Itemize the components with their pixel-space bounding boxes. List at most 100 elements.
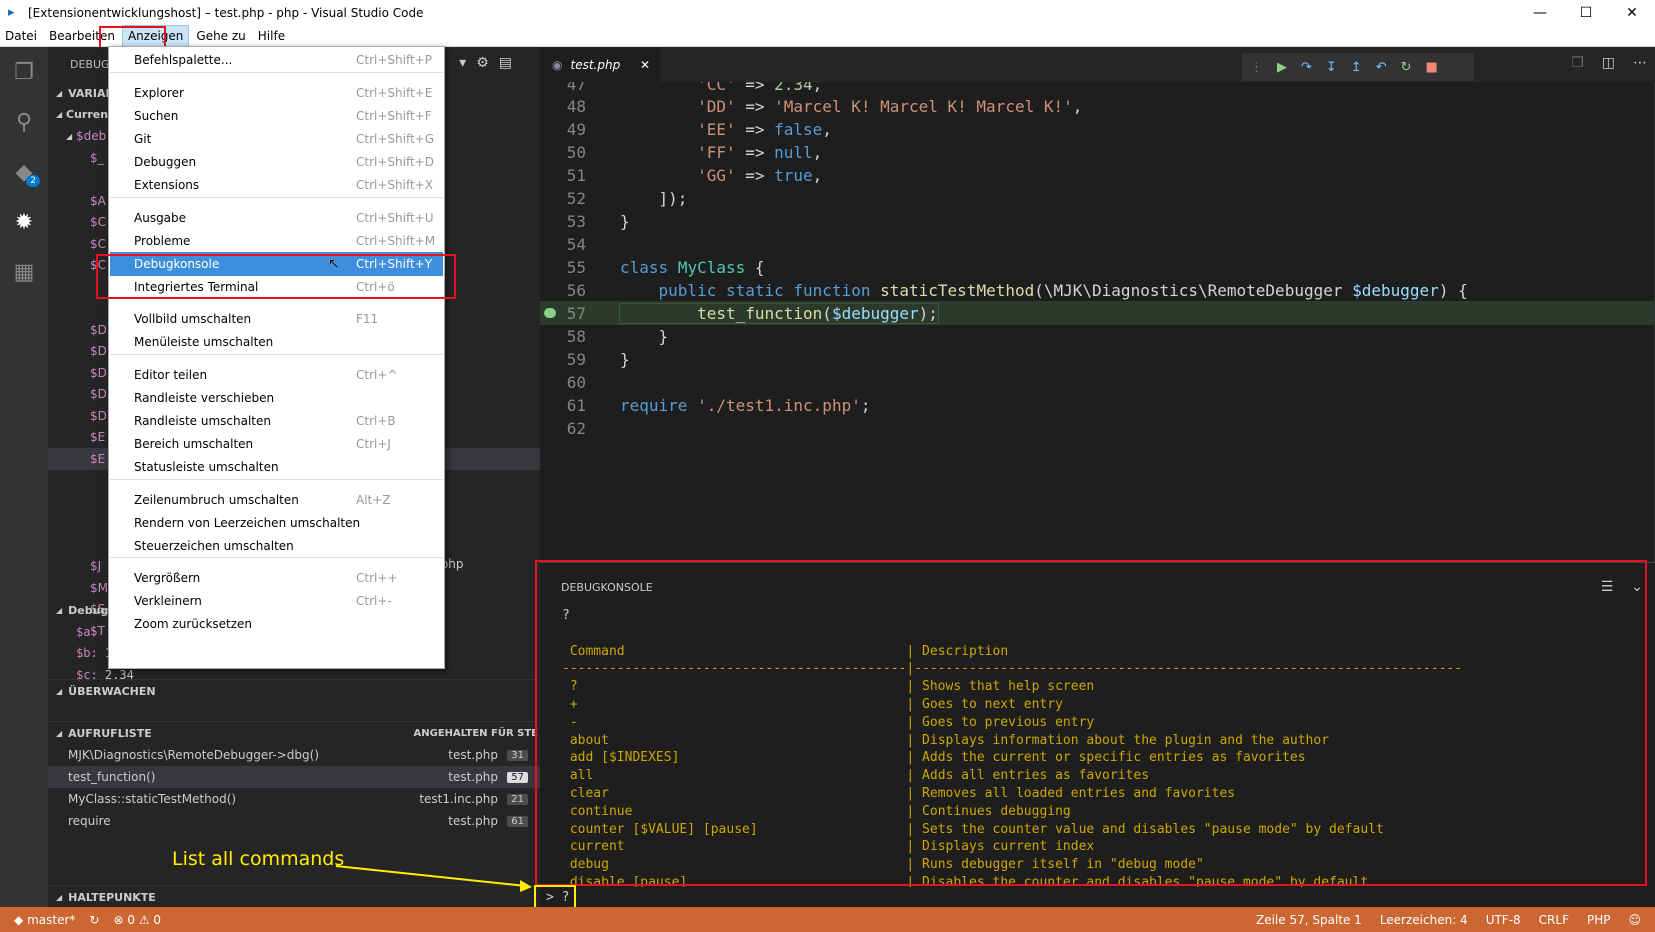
code-line: 54 <box>540 232 1655 256</box>
view-menu-item-randleiste-umschalten[interactable]: Randleiste umschalten Ctrl+B <box>110 409 443 433</box>
split-editor-icon[interactable]: ◫ <box>1602 55 1615 71</box>
callstack-section-header[interactable]: ◢ AUFRUFLISTE ANGEHALTEN FÜR STE <box>48 722 540 744</box>
view-menu-item-zoom-zurücksetzen[interactable]: Zoom zurücksetzen <box>110 612 443 636</box>
console-header-description: Description <box>922 643 1009 659</box>
close-window-button[interactable]: ✕ <box>1609 0 1655 25</box>
callstack-frame[interactable]: require test.php 61 <box>48 810 540 832</box>
step-into-icon[interactable]: ↧ <box>1326 60 1337 75</box>
continue-icon[interactable]: ▶ <box>1277 60 1287 75</box>
view-menu-item-rendern-von-leerzeichen-umschalten[interactable]: Rendern von Leerzeichen umschalten <box>110 511 443 535</box>
code-editor[interactable]: 47 'CC' => 2.34, 48 'DD' => 'Marcel K! M… <box>540 82 1655 562</box>
view-menu-item-befehlspalette[interactable]: Befehlspalette... Ctrl+Shift+P <box>110 48 443 72</box>
view-menu-item-vergrößern[interactable]: Vergrößern Ctrl++ <box>110 566 443 590</box>
console-toggle-icon[interactable]: ▤ <box>499 55 512 71</box>
step-back-icon[interactable]: ↶ <box>1376 60 1387 75</box>
console-command: continue <box>569 803 633 819</box>
menu-hilfe[interactable]: Hilfe <box>253 26 290 46</box>
view-menu-item-menüleiste-umschalten[interactable]: Menüleiste umschalten <box>110 330 443 354</box>
view-menu-item-debuggen[interactable]: Debuggen Ctrl+Shift+D <box>110 150 443 174</box>
menu-item-shortcut: Ctrl+Shift+Y <box>356 257 433 271</box>
breakpoint-icon[interactable] <box>544 308 556 318</box>
search-icon[interactable]: ⚲ <box>0 97 48 147</box>
cursor-position[interactable]: Zeile 57, Spalte 1 <box>1256 913 1362 927</box>
view-menu-item-bereich-umschalten[interactable]: Bereich umschalten Ctrl+J <box>110 432 443 456</box>
console-command: current <box>569 839 625 855</box>
console-line: all | Adds all entries as favorites <box>569 768 1150 784</box>
code-line: 62 <box>540 416 1655 440</box>
git-icon[interactable]: ◆ 2 <box>0 147 48 197</box>
console-input[interactable]: > ? <box>534 885 576 909</box>
view-menu-item-editor-teilen[interactable]: Editor teilen Ctrl+^ <box>110 363 443 387</box>
menu-item-label: Editor teilen <box>134 368 208 382</box>
menu-item-shortcut: Ctrl+Shift+U <box>356 211 434 225</box>
menu-datei[interactable]: Datei <box>0 26 42 46</box>
view-menu-item-randleiste-verschieben[interactable]: Randleiste verschieben <box>110 386 443 410</box>
encoding[interactable]: UTF-8 <box>1486 913 1521 927</box>
annotation-label: List all commands <box>172 848 345 870</box>
view-menu-item-git[interactable]: Git Ctrl+Shift+G <box>110 127 443 151</box>
warnings-count: 0 <box>153 912 162 927</box>
git-branch[interactable]: ◆ master* <box>14 913 75 927</box>
view-menu-item-extensions[interactable]: Extensions Ctrl+Shift+X <box>110 173 443 197</box>
language-mode[interactable]: PHP <box>1587 913 1611 927</box>
console-description: Displays information about the plugin an… <box>922 732 1330 748</box>
menu-anzeigen[interactable]: Anzeigen <box>121 24 190 47</box>
view-menu-item-probleme[interactable]: Probleme Ctrl+Shift+M <box>110 229 443 253</box>
gear-icon[interactable]: ⚙ <box>476 55 489 71</box>
view-menu-item-verkleinern[interactable]: Verkleinern Ctrl+- <box>110 589 443 613</box>
view-menu-item-debugkonsole[interactable]: Debugkonsole Ctrl+Shift+Y ↖ <box>110 252 443 276</box>
problems-indicator[interactable]: ⊗ 0 ⚠ 0 <box>113 913 161 927</box>
minimize-button[interactable]: — <box>1517 0 1563 25</box>
menu-gehe-zu[interactable]: Gehe zu <box>191 26 250 46</box>
feedback-smiley-icon[interactable]: ☺ <box>1628 913 1641 927</box>
explorer-icon[interactable]: ❐ <box>0 47 48 97</box>
line-number: 53 <box>566 211 586 231</box>
extensions-icon[interactable]: ▦ <box>0 247 48 297</box>
code-line: 53} <box>540 209 1655 233</box>
clear-console-icon[interactable]: ☰ <box>1601 579 1614 595</box>
view-menu-item-steuerzeichen-umschalten[interactable]: Steuerzeichen umschalten <box>110 534 443 558</box>
code-line: 61 require './test1.inc.php'; <box>540 393 1655 417</box>
console-line: Command | Description <box>569 643 1009 659</box>
watch-title: ÜBERWACHEN <box>68 684 156 698</box>
code-text: 'FF' => null, <box>697 142 823 162</box>
menu-bearbeiten[interactable]: Bearbeiten <box>44 26 120 46</box>
watch-section-header[interactable]: ◢ ÜBERWACHEN <box>48 680 540 702</box>
dropdown-chevron-icon[interactable]: ▾ <box>459 55 466 71</box>
console-line: continue | Continues debugging <box>569 803 1071 819</box>
callstack-frame[interactable]: MJK\Diagnostics\RemoteDebugger->dbg() tes… <box>48 744 540 766</box>
callstack-frame-selected[interactable]: test_function() test.php 57 <box>48 766 540 788</box>
menu-item-label: Statusleiste umschalten <box>134 460 279 474</box>
view-menu-item-integriertes-terminal[interactable]: Integriertes Terminal Ctrl+ö <box>110 275 443 299</box>
debug-console-panel: DEBUGKONSOLE ☰ ⌄ ? Command | Description… <box>540 562 1655 890</box>
line-number: 54 <box>566 234 586 254</box>
menu-item-label: Vollbild umschalten <box>134 312 252 326</box>
view-menu-item-suchen[interactable]: Suchen Ctrl+Shift+F <box>110 104 443 128</box>
indentation[interactable]: Leerzeichen: 4 <box>1380 913 1468 927</box>
close-tab-icon[interactable]: ✕ <box>640 58 650 72</box>
maximize-button[interactable]: ☐ <box>1563 0 1609 25</box>
more-actions-icon[interactable]: ⋯ <box>1633 55 1647 71</box>
stop-icon[interactable]: ■ <box>1426 60 1438 75</box>
debug-icon[interactable]: ✹ <box>0 197 48 247</box>
view-menu-item-explorer[interactable]: Explorer Ctrl+Shift+E <box>110 81 443 105</box>
tab-test-php[interactable]: ◉ test.php ✕ <box>540 47 660 82</box>
view-menu-item-zeilenumbruch-umschalten[interactable]: Zeilenumbruch umschalten Alt+Z <box>110 488 443 512</box>
frame-file: test.php <box>448 770 498 784</box>
step-over-icon[interactable]: ↷ <box>1301 60 1312 75</box>
view-menu-item-statusleiste-umschalten[interactable]: Statusleiste umschalten <box>110 455 443 479</box>
line-ending[interactable]: CRLF <box>1539 913 1569 927</box>
open-changes-icon[interactable]: ❐ <box>1571 55 1584 71</box>
step-out-icon[interactable]: ↥ <box>1351 60 1362 75</box>
code-line: 48 'DD' => 'Marcel K! Marcel K! Marcel K… <box>540 94 1655 118</box>
view-menu-item-vollbild-umschalten[interactable]: Vollbild umschalten F11 <box>110 307 443 331</box>
sync-icon[interactable]: ↻ <box>89 913 99 927</box>
console-output: ? Command | Description -----------------… <box>562 607 1632 892</box>
callstack-frame[interactable]: MyClass::staticTestMethod() test1.inc.php… <box>48 788 540 810</box>
drag-handle-icon[interactable]: ⋮ <box>1250 60 1263 75</box>
collapse-panel-icon[interactable]: ⌄ <box>1631 579 1643 595</box>
console-command: ? <box>569 679 578 695</box>
view-menu-item-ausgabe[interactable]: Ausgabe Ctrl+Shift+U <box>110 206 443 230</box>
restart-icon[interactable]: ↻ <box>1401 60 1412 75</box>
menu-item-label: Zoom zurücksetzen <box>134 617 253 631</box>
